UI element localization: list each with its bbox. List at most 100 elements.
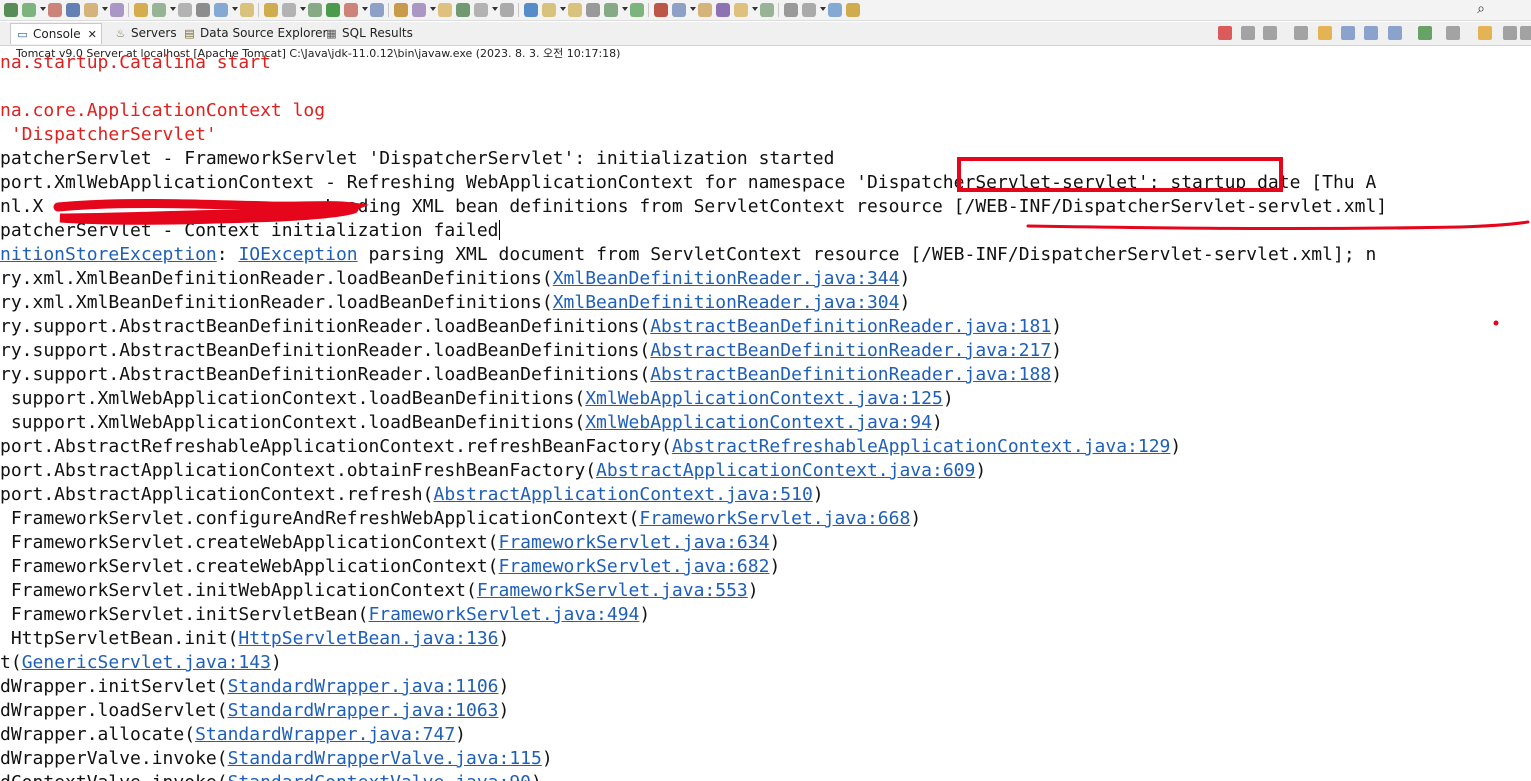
search-toolbar-icon[interactable] bbox=[134, 3, 148, 17]
back-icon[interactable] bbox=[542, 3, 556, 17]
close-icon[interactable]: ✕ bbox=[88, 28, 97, 41]
dropdown-arrow-icon[interactable] bbox=[430, 7, 436, 11]
toggle-mark-icon[interactable] bbox=[196, 3, 210, 17]
external-tools-icon[interactable] bbox=[370, 3, 384, 17]
stacktrace-link[interactable]: StandardWrapperValve.java:115 bbox=[228, 748, 542, 769]
console-line: port.AbstractApplicationContext.refresh(… bbox=[0, 483, 824, 507]
stacktrace-link[interactable]: nitionStoreException bbox=[0, 244, 217, 265]
remove-all-icon[interactable] bbox=[1263, 26, 1277, 40]
stacktrace-link[interactable]: FrameworkServlet.java:494 bbox=[368, 604, 639, 625]
stacktrace-link[interactable]: StandardWrapper.java:1106 bbox=[228, 676, 499, 697]
pin-editor-icon[interactable] bbox=[178, 3, 192, 17]
run-icon[interactable] bbox=[22, 3, 36, 17]
open-console-icon[interactable] bbox=[1478, 26, 1492, 40]
open-type-icon[interactable] bbox=[110, 3, 124, 17]
tab-data-source-explorer[interactable]: ▤ Data Source Explorer bbox=[183, 23, 327, 44]
forward-icon[interactable] bbox=[568, 3, 582, 17]
new-server-icon[interactable] bbox=[394, 3, 408, 17]
stacktrace-link[interactable]: StandardContextValve.java:90 bbox=[228, 772, 531, 781]
stacktrace-link[interactable]: StandardWrapper.java:1063 bbox=[228, 700, 499, 721]
new-server-icon[interactable] bbox=[84, 3, 98, 17]
last-edit-icon[interactable] bbox=[282, 3, 296, 17]
stacktrace-link[interactable]: AbstractBeanDefinitionReader.java:217 bbox=[650, 340, 1051, 361]
stacktrace-link[interactable]: FrameworkServlet.java:634 bbox=[499, 532, 770, 553]
dropdown-arrow-icon[interactable] bbox=[362, 7, 368, 11]
stacktrace-link[interactable]: AbstractApplicationContext.java:609 bbox=[596, 460, 975, 481]
annotation-dot bbox=[1493, 320, 1499, 326]
console-text: ) bbox=[455, 724, 467, 745]
clear-console-icon[interactable] bbox=[1294, 26, 1308, 40]
search-icon[interactable]: ⌕ bbox=[1477, 1, 1485, 17]
tab-sql-results[interactable]: ▦ SQL Results bbox=[325, 23, 413, 44]
tab-servers[interactable]: ♨ Servers bbox=[114, 23, 177, 44]
stacktrace-link[interactable]: FrameworkServlet.java:668 bbox=[639, 508, 910, 529]
dropdown-arrow-icon[interactable] bbox=[492, 7, 498, 11]
scroll-lock-icon[interactable] bbox=[1318, 26, 1332, 40]
external-tools-icon[interactable] bbox=[66, 3, 80, 17]
stacktrace-link[interactable]: XmlWebApplicationContext.java:125 bbox=[585, 388, 943, 409]
word-wrap-icon[interactable] bbox=[1341, 26, 1355, 40]
terminate-icon[interactable] bbox=[1218, 26, 1232, 40]
dropdown-arrow-icon[interactable] bbox=[560, 7, 566, 11]
forward-icon[interactable] bbox=[264, 3, 278, 17]
coverage-icon[interactable] bbox=[344, 3, 358, 17]
stacktrace-link[interactable]: HttpServletBean.java:136 bbox=[238, 628, 498, 649]
pin-console-icon[interactable] bbox=[1388, 26, 1402, 40]
last-edit-icon[interactable] bbox=[586, 3, 600, 17]
task-icon[interactable] bbox=[152, 3, 166, 17]
dropdown-arrow-icon[interactable] bbox=[300, 7, 306, 11]
open-type-icon[interactable] bbox=[412, 3, 426, 17]
stacktrace-link[interactable]: AbstractApplicationContext.java:510 bbox=[433, 484, 812, 505]
dropdown-arrow-icon[interactable] bbox=[40, 7, 46, 11]
dropdown-arrow-icon[interactable] bbox=[690, 7, 696, 11]
coverage-icon[interactable] bbox=[654, 3, 668, 17]
dropdown-arrow-icon[interactable] bbox=[102, 7, 108, 11]
stacktrace-link[interactable]: StandardWrapper.java:747 bbox=[195, 724, 455, 745]
stacktrace-link[interactable]: AbstractBeanDefinitionReader.java:181 bbox=[650, 316, 1051, 337]
tab-console[interactable]: ▭ Console ✕ bbox=[10, 23, 102, 44]
coverage-icon[interactable] bbox=[48, 3, 62, 17]
annotation-icon[interactable] bbox=[524, 3, 538, 17]
run-icon[interactable] bbox=[630, 3, 644, 17]
search-toolbar-icon[interactable] bbox=[438, 3, 452, 17]
pin-editor-icon[interactable] bbox=[474, 3, 488, 17]
dropdown-arrow-icon[interactable] bbox=[622, 7, 628, 11]
dropdown-arrow-icon[interactable] bbox=[170, 7, 176, 11]
stacktrace-link[interactable]: XmlBeanDefinitionReader.java:304 bbox=[553, 292, 900, 313]
toggle-mark-icon[interactable] bbox=[500, 3, 514, 17]
stacktrace-link[interactable]: AbstractBeanDefinitionReader.java:188 bbox=[650, 364, 1051, 385]
stacktrace-link[interactable]: FrameworkServlet.java:553 bbox=[477, 580, 748, 601]
stacktrace-link[interactable]: GenericServlet.java:143 bbox=[22, 652, 271, 673]
back-icon[interactable] bbox=[846, 3, 860, 17]
stacktrace-link[interactable]: IOException bbox=[238, 244, 357, 265]
debug-icon[interactable] bbox=[4, 3, 18, 17]
dropdown-arrow-icon[interactable] bbox=[820, 7, 826, 11]
toggle-mark-icon[interactable] bbox=[802, 3, 816, 17]
show-on-output-icon[interactable] bbox=[1364, 26, 1378, 40]
console-output[interactable]: na.startup.Catalina start na.core.Applica… bbox=[0, 52, 1531, 781]
stacktrace-link[interactable]: XmlWebApplicationContext.java:94 bbox=[585, 412, 932, 433]
pin-editor-icon[interactable] bbox=[784, 3, 798, 17]
open-console-icon[interactable] bbox=[1446, 26, 1460, 40]
new-server-icon[interactable] bbox=[698, 3, 712, 17]
dropdown-arrow-icon[interactable] bbox=[752, 7, 758, 11]
open-type-icon[interactable] bbox=[716, 3, 730, 17]
annotation-icon[interactable] bbox=[214, 3, 228, 17]
external-tools-icon[interactable] bbox=[672, 3, 686, 17]
stacktrace-link[interactable]: XmlBeanDefinitionReader.java:344 bbox=[553, 268, 900, 289]
debug-icon[interactable] bbox=[308, 3, 322, 17]
stacktrace-link[interactable]: FrameworkServlet.java:682 bbox=[499, 556, 770, 577]
search-toolbar-icon[interactable] bbox=[734, 3, 748, 17]
maximize-icon[interactable] bbox=[1520, 26, 1531, 40]
remove-launch-icon[interactable] bbox=[1241, 26, 1255, 40]
task-icon[interactable] bbox=[456, 3, 470, 17]
annotation-icon[interactable] bbox=[828, 3, 842, 17]
stacktrace-link[interactable]: AbstractRefreshableApplicationContext.ja… bbox=[672, 436, 1171, 457]
minimize-icon[interactable] bbox=[1503, 26, 1517, 40]
back-icon[interactable] bbox=[240, 3, 254, 17]
dropdown-arrow-icon[interactable] bbox=[232, 7, 238, 11]
run-icon[interactable] bbox=[326, 3, 340, 17]
task-icon[interactable] bbox=[760, 3, 774, 17]
debug-icon[interactable] bbox=[604, 3, 618, 17]
display-console-icon[interactable] bbox=[1418, 26, 1432, 40]
